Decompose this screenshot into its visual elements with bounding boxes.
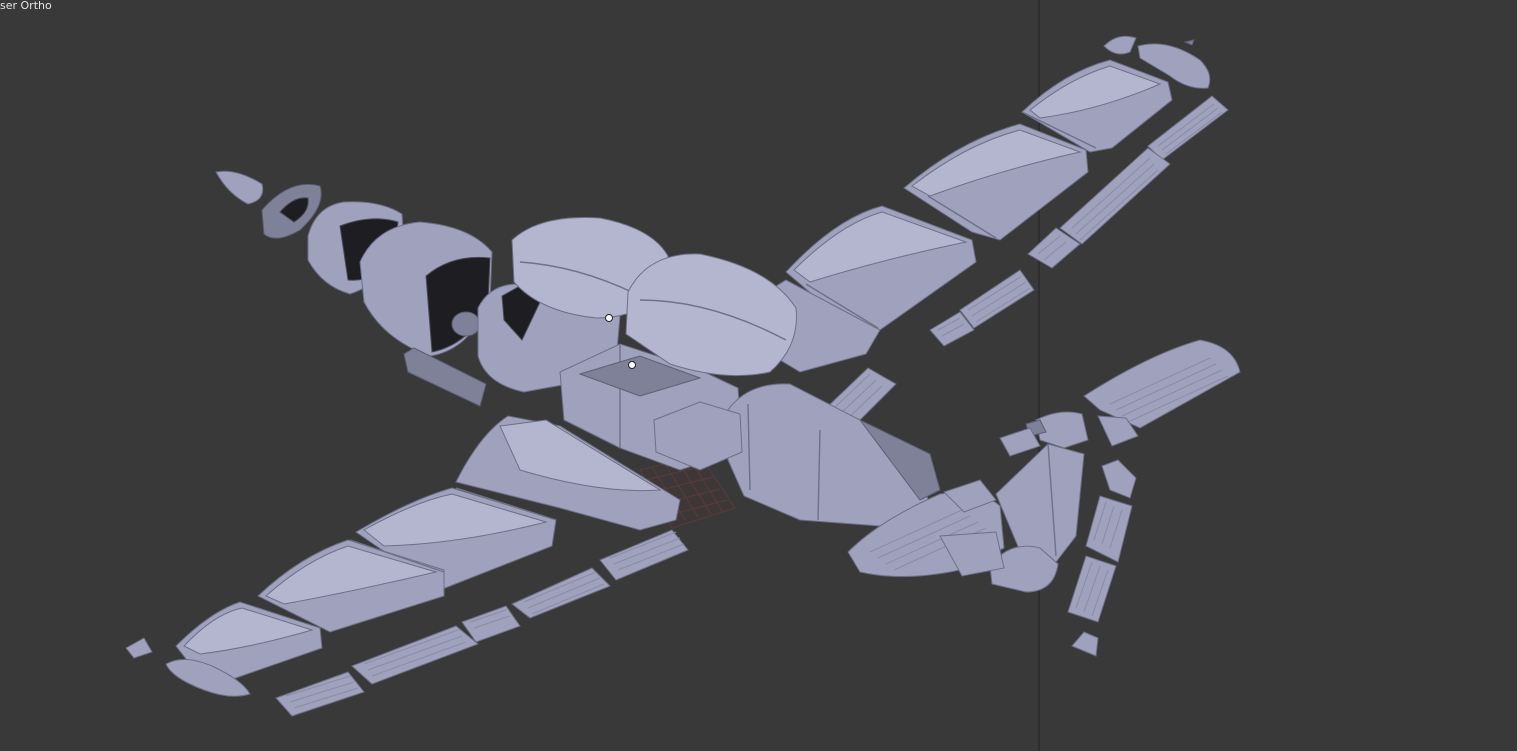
- small-fragment: [1183, 39, 1195, 46]
- exhaust-pipe[interactable]: [403, 347, 487, 407]
- airplane-model-scene[interactable]: [0, 0, 1517, 751]
- vertical-fin[interactable]: [995, 443, 1085, 563]
- right-horizontal-stabilizer[interactable]: [1083, 339, 1241, 429]
- left-aileron-outer[interactable]: [275, 671, 365, 717]
- left-wingtip-fairing[interactable]: [125, 637, 153, 659]
- nose-assembly[interactable]: [215, 170, 493, 407]
- rudder-lower[interactable]: [1067, 555, 1117, 623]
- left-aileron-inner[interactable]: [351, 625, 479, 685]
- left-wing[interactable]: [125, 415, 689, 717]
- right-wingtip-fairing[interactable]: [1103, 35, 1137, 55]
- rudder-top[interactable]: [1101, 459, 1137, 499]
- left-flap-root[interactable]: [599, 529, 689, 581]
- 3d-viewport[interactable]: ser Ortho: [0, 0, 1517, 751]
- tail-skid[interactable]: [1071, 631, 1099, 657]
- left-flap-mid[interactable]: [511, 567, 611, 619]
- left-flap-outer[interactable]: [461, 605, 521, 643]
- rudder-mid[interactable]: [1085, 495, 1133, 563]
- spinner[interactable]: [215, 170, 264, 205]
- right-flap-mid[interactable]: [959, 269, 1035, 329]
